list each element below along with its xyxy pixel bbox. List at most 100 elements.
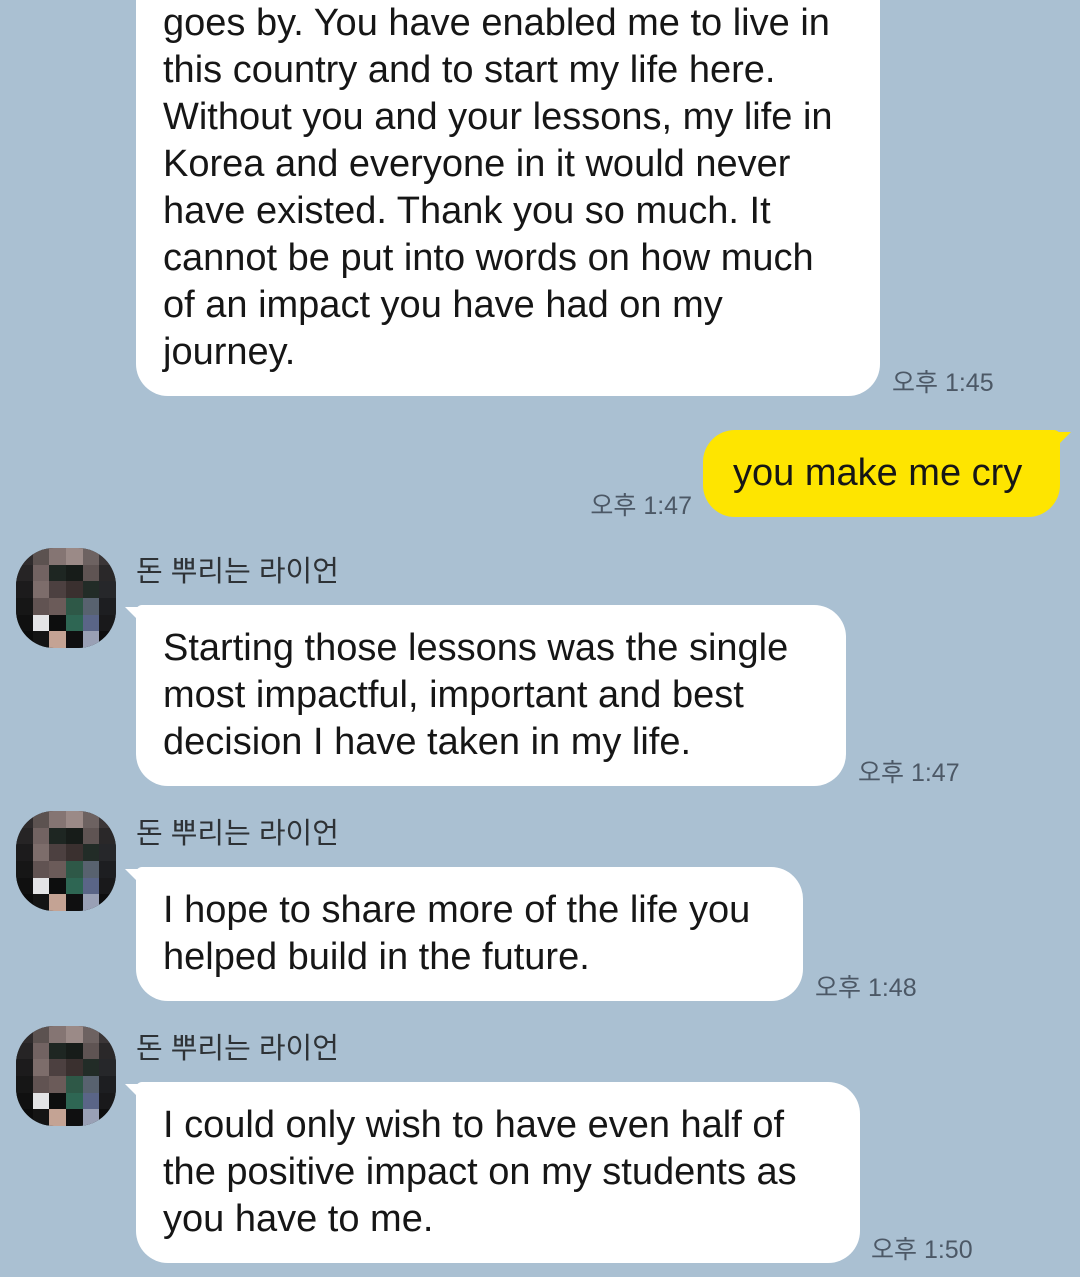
message-timestamp: 오후 1:48 (815, 974, 917, 1002)
avatar-mosaic-pixel (49, 844, 66, 861)
avatar-mosaic-pixel (32, 597, 50, 615)
message-timestamp: 오후 1:50 (871, 1236, 973, 1264)
avatar-mosaic-pixel (49, 827, 66, 845)
avatar-mosaic-pixel (32, 614, 50, 632)
avatar-mosaic-pixel (49, 564, 66, 582)
avatar-mosaic-pixel (49, 597, 66, 615)
avatar-mosaic-pixel (82, 581, 100, 598)
avatar-mosaic-pixel (65, 860, 83, 878)
avatar-mosaic-pixel (49, 811, 66, 828)
message-text: Starting those lessons was the single mo… (163, 627, 789, 763)
avatar-mosaic-pixel (32, 1042, 50, 1060)
avatar-mosaic-pixel (16, 1092, 33, 1110)
message-timestamp: 오후 1:45 (892, 369, 994, 397)
avatar-mosaic-pixel (16, 860, 33, 878)
avatar-mosaic-pixel (32, 631, 50, 648)
avatar-mosaic-pixel (82, 877, 100, 895)
avatar-mosaic-pixel (65, 548, 83, 565)
avatar-mosaic-pixel (99, 1109, 116, 1126)
avatar-mosaic-pixel (65, 1026, 83, 1043)
avatar-mosaic-pixel (99, 1092, 116, 1110)
avatar-mosaic-pixel (82, 1059, 100, 1076)
sender-avatar[interactable] (16, 548, 116, 648)
avatar-mosaic-pixel (99, 614, 116, 632)
avatar-mosaic-pixel (99, 631, 116, 648)
avatar-mosaic-pixel (99, 860, 116, 878)
avatar-mosaic-pixel (65, 827, 83, 845)
avatar-mosaic-pixel (99, 827, 116, 845)
avatar-mosaic-pixel (65, 1042, 83, 1060)
avatar-mosaic-pixel (32, 581, 50, 598)
avatar-mosaic-pixel (49, 1092, 66, 1110)
avatar-mosaic-pixel (82, 1026, 100, 1043)
message-text: goes by. You have enabled me to live in … (163, 2, 833, 373)
avatar-mosaic-pixel (82, 860, 100, 878)
avatar-mosaic-pixel (65, 811, 83, 828)
avatar-mosaic-pixel (49, 1059, 66, 1076)
chat-message-list[interactable]: goes by. You have enabled me to live in … (0, 0, 1080, 1277)
avatar-mosaic-pixel (99, 844, 116, 861)
sender-avatar[interactable] (16, 1026, 116, 1126)
avatar-mosaic-pixel (82, 631, 100, 648)
avatar-mosaic-pixel (16, 877, 33, 895)
avatar-mosaic-pixel (82, 1092, 100, 1110)
avatar-mosaic-pixel (16, 894, 33, 911)
avatar-mosaic-pixel (99, 1026, 116, 1043)
avatar-mosaic-pixel (16, 827, 33, 845)
avatar-mosaic-pixel (32, 1059, 50, 1076)
avatar-mosaic-pixel (32, 877, 50, 895)
avatar-mosaic-pixel (99, 1059, 116, 1076)
avatar-mosaic-pixel (49, 548, 66, 565)
avatar-mosaic-pixel (16, 1109, 33, 1126)
avatar-mosaic-pixel (32, 827, 50, 845)
avatar-mosaic-pixel (49, 614, 66, 632)
avatar-mosaic-pixel (99, 894, 116, 911)
avatar-mosaic-pixel (16, 564, 33, 582)
avatar-mosaic-pixel (65, 614, 83, 632)
avatar-mosaic-pixel (49, 631, 66, 648)
avatar-mosaic-pixel (32, 548, 50, 565)
avatar-mosaic-pixel (32, 564, 50, 582)
sender-name: 돈 뿌리는 라이언 (136, 818, 339, 850)
avatar-mosaic-pixel (65, 844, 83, 861)
avatar-mosaic-pixel (32, 1109, 50, 1126)
avatar-mosaic-pixel (99, 1042, 116, 1060)
avatar-mosaic-pixel (65, 877, 83, 895)
avatar-mosaic-pixel (16, 614, 33, 632)
avatar-mosaic-pixel (99, 564, 116, 582)
avatar-mosaic-pixel (82, 548, 100, 565)
avatar-mosaic-pixel (65, 1092, 83, 1110)
avatar-mosaic-pixel (49, 860, 66, 878)
avatar-mosaic-pixel (32, 1092, 50, 1110)
incoming-message-bubble[interactable]: I could only wish to have even half of t… (125, 1082, 860, 1263)
avatar-mosaic-pixel (16, 844, 33, 861)
avatar-mosaic-pixel (65, 1109, 83, 1126)
avatar-mosaic-pixel (82, 894, 100, 911)
avatar-mosaic-pixel (49, 894, 66, 911)
avatar-mosaic-pixel (82, 827, 100, 845)
sender-avatar[interactable] (16, 811, 116, 911)
outgoing-message-bubble[interactable]: you make me cry (703, 430, 1071, 517)
avatar-mosaic-pixel (16, 581, 33, 598)
avatar-mosaic-pixel (82, 811, 100, 828)
incoming-message-bubble[interactable]: I hope to share more of the life you hel… (125, 867, 803, 1001)
message-text: you make me cry (733, 452, 1023, 494)
avatar-mosaic-pixel (49, 1075, 66, 1093)
sender-name: 돈 뿌리는 라이언 (136, 556, 339, 588)
avatar-mosaic-pixel (49, 1026, 66, 1043)
avatar-mosaic-pixel (32, 844, 50, 861)
avatar-mosaic-pixel (49, 581, 66, 598)
avatar-mosaic-pixel (65, 1075, 83, 1093)
avatar-mosaic-pixel (16, 1042, 33, 1060)
message-timestamp: 오후 1:47 (858, 759, 960, 787)
message-text: I hope to share more of the life you hel… (163, 889, 751, 978)
avatar-mosaic-pixel (16, 631, 33, 648)
avatar-mosaic-pixel (32, 894, 50, 911)
avatar-mosaic-pixel (99, 811, 116, 828)
avatar-mosaic-pixel (82, 844, 100, 861)
incoming-message-bubble[interactable]: goes by. You have enabled me to live in … (136, 0, 880, 396)
avatar-mosaic-pixel (65, 631, 83, 648)
avatar-mosaic-pixel (32, 811, 50, 828)
incoming-message-bubble[interactable]: Starting those lessons was the single mo… (125, 605, 846, 786)
avatar-mosaic-pixel (32, 860, 50, 878)
